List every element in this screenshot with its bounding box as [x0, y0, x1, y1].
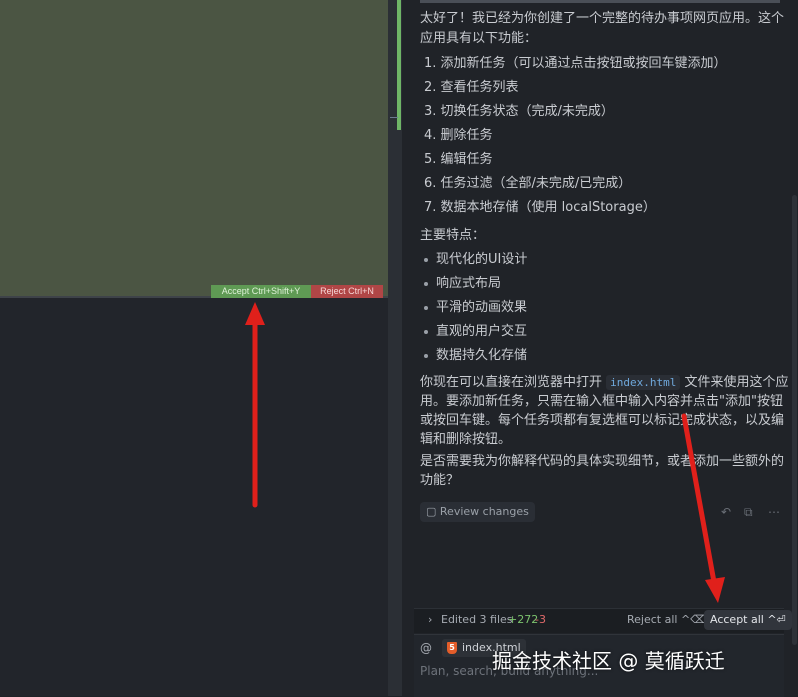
arrow-to-accept-all — [681, 413, 725, 603]
annotation-arrows — [245, 302, 725, 603]
arrow-to-accept — [245, 302, 265, 508]
